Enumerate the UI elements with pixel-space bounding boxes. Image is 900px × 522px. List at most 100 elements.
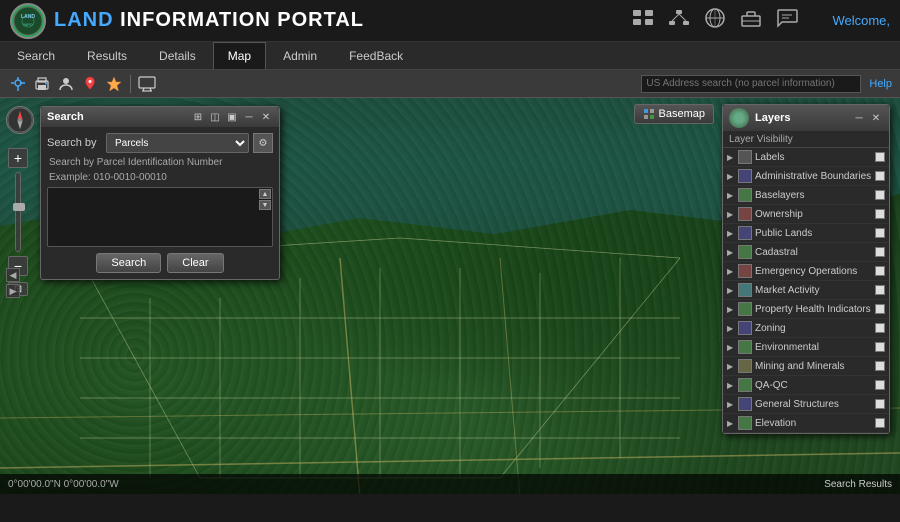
address-search-input[interactable] (641, 75, 861, 93)
layer-expand-arrow[interactable]: ▶ (727, 191, 735, 200)
layer-item: ▶ Ownership (723, 205, 889, 224)
layer-thumbnail (738, 188, 752, 202)
layer-item: ▶ Baselayers (723, 186, 889, 205)
search-widget-icon3[interactable]: ▣ (225, 110, 239, 124)
star-icon[interactable] (104, 74, 124, 94)
pan-arrow-2[interactable]: ▶ (6, 284, 20, 298)
person-icon[interactable] (56, 74, 76, 94)
zoom-slider-thumb[interactable] (13, 203, 25, 211)
layers-close[interactable]: ✕ (869, 111, 883, 125)
clear-button[interactable]: Clear (167, 253, 223, 273)
layer-name: Baselayers (755, 190, 872, 201)
compass-button[interactable] (6, 106, 34, 134)
search-button[interactable]: Search (96, 253, 161, 273)
pan-controls: ◀ ▶ (6, 268, 20, 298)
layer-expand-arrow[interactable]: ▶ (727, 172, 735, 181)
layers-list: ▶ Labels ▶ Administrative Boundaries ▶ B… (723, 148, 889, 433)
monitor-icon[interactable] (137, 74, 157, 94)
layers-header[interactable]: Layers ─ ✕ (723, 105, 889, 131)
layer-checkbox[interactable] (875, 152, 885, 162)
layer-thumbnail (738, 397, 752, 411)
search-widget-icon2[interactable]: ◫ (208, 110, 222, 124)
layer-expand-arrow[interactable]: ▶ (727, 229, 735, 238)
scroll-arrows: ▲ ▼ (259, 189, 271, 210)
layers-minimize[interactable]: ─ (852, 111, 866, 125)
search-widget-close[interactable]: ✕ (259, 110, 273, 124)
layer-expand-arrow[interactable]: ▶ (727, 419, 735, 428)
search-widget-header[interactable]: Search ⊞ ◫ ▣ ─ ✕ (41, 107, 279, 127)
zoom-slider-track[interactable] (15, 172, 21, 252)
logo-text: LAND INFORMATION PORTAL (54, 9, 364, 32)
layer-checkbox[interactable] (875, 171, 885, 181)
layer-thumbnail (738, 340, 752, 354)
layer-thumbnail (738, 169, 752, 183)
layer-expand-arrow[interactable]: ▶ (727, 153, 735, 162)
layer-checkbox[interactable] (875, 228, 885, 238)
layer-checkbox[interactable] (875, 266, 885, 276)
layer-expand-arrow[interactable]: ▶ (727, 362, 735, 371)
search-by-select[interactable]: Parcels (106, 133, 249, 153)
briefcase-icon[interactable] (740, 8, 762, 33)
navigation-tabs: Search Results Details Map Admin FeedBac… (0, 42, 900, 70)
search-widget-minimize[interactable]: ─ (242, 110, 256, 124)
layer-expand-arrow[interactable]: ▶ (727, 210, 735, 219)
layer-thumbnail (738, 302, 752, 316)
map-area[interactable]: + − ⊡ ◀ ▶ Search ⊞ ◫ ▣ ─ ✕ Search by Par… (0, 98, 900, 494)
layer-checkbox[interactable] (875, 342, 885, 352)
tab-details[interactable]: Details (144, 42, 211, 69)
help-button[interactable]: Help (869, 78, 892, 90)
search-results-link[interactable]: Search Results (824, 479, 892, 490)
globe-icon[interactable] (704, 7, 726, 34)
layer-checkbox[interactable] (875, 209, 885, 219)
layer-item: ▶ General Structures (723, 395, 889, 414)
print-icon[interactable] (32, 74, 52, 94)
layer-expand-arrow[interactable]: ▶ (727, 248, 735, 257)
layer-name: Cadastral (755, 247, 872, 258)
layer-checkbox[interactable] (875, 323, 885, 333)
layer-checkbox[interactable] (875, 190, 885, 200)
layer-expand-arrow[interactable]: ▶ (727, 324, 735, 333)
departments-icon[interactable] (632, 9, 654, 32)
search-settings-btn[interactable]: ⚙ (253, 133, 273, 153)
layer-expand-arrow[interactable]: ▶ (727, 267, 735, 276)
tab-feedback[interactable]: FeedBack (334, 42, 418, 69)
tab-map[interactable]: Map (213, 42, 266, 69)
search-widget-icon1[interactable]: ⊞ (191, 110, 205, 124)
layer-thumbnail (738, 378, 752, 392)
logo: LAND INFO LAND INFORMATION PORTAL (10, 3, 364, 39)
layer-item: ▶ QA-QC (723, 376, 889, 395)
layer-name: Ownership (755, 209, 872, 220)
basemap-button[interactable]: Basemap (634, 104, 714, 124)
layer-expand-arrow[interactable]: ▶ (727, 286, 735, 295)
network-icon[interactable] (668, 9, 690, 32)
layer-checkbox[interactable] (875, 399, 885, 409)
search-input[interactable] (47, 187, 273, 247)
scroll-up[interactable]: ▲ (259, 189, 271, 199)
layer-expand-arrow[interactable]: ▶ (727, 305, 735, 314)
pan-arrow-1[interactable]: ◀ (6, 268, 20, 282)
layer-expand-arrow[interactable]: ▶ (727, 343, 735, 352)
tab-search[interactable]: Search (2, 42, 70, 69)
layer-item: ▶ Administrative Boundaries (723, 167, 889, 186)
layer-checkbox[interactable] (875, 304, 885, 314)
pin-icon[interactable] (80, 74, 100, 94)
chat-icon[interactable] (776, 8, 798, 33)
layer-item: ▶ Elevation (723, 414, 889, 433)
layer-item: ▶ Mining and Minerals (723, 357, 889, 376)
tab-results[interactable]: Results (72, 42, 142, 69)
layer-item: ▶ Zoning (723, 319, 889, 338)
location-icon[interactable] (8, 74, 28, 94)
layer-checkbox[interactable] (875, 247, 885, 257)
layer-checkbox[interactable] (875, 361, 885, 371)
search-hint: Search by Parcel Identification Number (47, 157, 273, 168)
toolbar-right: Help (641, 75, 892, 93)
scroll-down[interactable]: ▼ (259, 200, 271, 210)
layer-checkbox[interactable] (875, 285, 885, 295)
tab-admin[interactable]: Admin (268, 42, 332, 69)
layer-checkbox[interactable] (875, 380, 885, 390)
layer-expand-arrow[interactable]: ▶ (727, 381, 735, 390)
map-toolbar-bar: Help (0, 70, 900, 98)
zoom-in-button[interactable]: + (8, 148, 28, 168)
layer-expand-arrow[interactable]: ▶ (727, 400, 735, 409)
layer-checkbox[interactable] (875, 418, 885, 428)
